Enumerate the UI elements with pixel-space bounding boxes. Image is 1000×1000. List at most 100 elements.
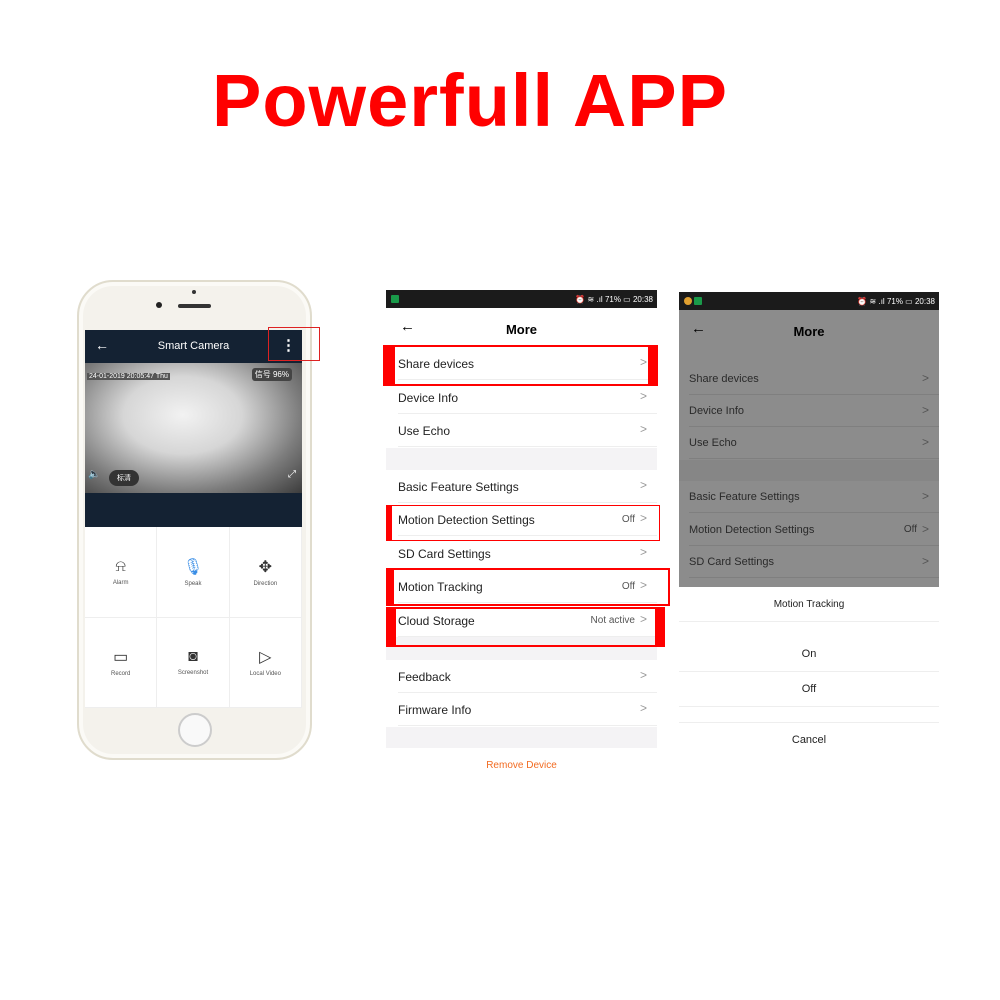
microphone-icon: 🎙	[182, 558, 204, 576]
row-label: Firmware Info	[398, 703, 472, 717]
row-label: Share devices	[689, 373, 759, 385]
row-label: Device Info	[689, 405, 745, 417]
control-label: Screenshot	[177, 670, 209, 677]
option-on[interactable]: On	[679, 637, 939, 672]
siren-icon: ⍾	[115, 557, 126, 575]
record-button[interactable]: ▭ Record	[85, 617, 158, 708]
cancel-button[interactable]: Cancel	[679, 722, 939, 757]
section-gap	[386, 448, 657, 470]
status-bar: ⏰ ≋ .ıl 71% ▭ 20:38	[386, 290, 657, 308]
app-notification-icon	[684, 297, 692, 305]
battery-icon: ▭	[620, 294, 633, 304]
live-video[interactable]: 24-01-2019 20:05:47 Thu 信号 96% 🔈 标清 ⤢	[85, 363, 302, 493]
control-label: Alarm	[112, 579, 129, 586]
status-time: 20:38	[914, 296, 935, 306]
more-header: ← More	[679, 310, 939, 349]
control-label: Direction	[253, 580, 278, 587]
menu-highlight-box	[268, 327, 320, 361]
row-value: Off	[903, 524, 917, 535]
row-label: SD Card Settings	[689, 556, 774, 568]
chevron-right-icon: >	[639, 422, 647, 436]
play-circle-icon: ▷	[259, 649, 272, 667]
phone-speaker	[178, 304, 211, 308]
highlight-cloud-storage	[386, 607, 665, 647]
control-label: Record	[110, 671, 131, 678]
fullscreen-icon[interactable]: ⤢	[288, 469, 296, 480]
chevron-right-icon: >	[921, 554, 929, 568]
highlight-share-devices	[383, 345, 658, 386]
alarm-button[interactable]: ⍾ Alarm	[85, 527, 158, 618]
row-label: Use Echo	[398, 424, 451, 438]
video-timestamp: 24-01-2019 20:05:47 Thu	[87, 373, 170, 380]
row-label: Feedback	[398, 670, 451, 684]
phone-camera	[156, 302, 162, 308]
phone-sensor	[192, 290, 196, 294]
action-sheet: Motion Tracking On Off Cancel	[679, 587, 939, 762]
row-feedback[interactable]: Feedback >	[386, 660, 657, 693]
chevron-right-icon: >	[921, 403, 929, 417]
motion-tracking-sheet-screen: ⏰ ≋ .ıl 71% ▭ 20:38 ← More Share devices…	[679, 292, 939, 762]
header-title: More	[793, 324, 825, 339]
status-icons: ⏰ ≋ .ıl	[857, 296, 887, 306]
mute-icon[interactable]: 🔈	[88, 469, 100, 480]
speak-button[interactable]: 🎙 Speak	[157, 527, 230, 618]
row-label: Motion Detection Settings	[689, 524, 815, 536]
move-arrows-icon: ✥	[258, 558, 273, 576]
video-camera-icon: ▭	[113, 649, 129, 667]
chevron-right-icon: >	[921, 371, 929, 385]
row-label: Device Info	[398, 391, 459, 405]
chevron-right-icon: >	[921, 522, 929, 536]
chevron-right-icon: >	[921, 489, 929, 503]
chevron-right-icon: >	[639, 545, 647, 559]
camera-icon: ◙	[188, 648, 198, 666]
row-label: Basic Feature Settings	[689, 491, 800, 503]
row-motion-detection-settings: Motion Detection Settings Off >	[679, 514, 939, 546]
row-share-devices: Share devices >	[679, 363, 939, 395]
chevron-right-icon: >	[639, 478, 647, 492]
local-video-button[interactable]: ▷ Local Video	[229, 617, 302, 708]
video-footer	[85, 493, 302, 527]
row-firmware-info[interactable]: Firmware Info >	[386, 693, 657, 726]
status-icons: ⏰ ≋ .ıl	[575, 294, 605, 304]
row-basic-feature-settings[interactable]: Basic Feature Settings >	[386, 470, 657, 503]
row-label: Basic Feature Settings	[398, 480, 519, 494]
control-label: Speak	[184, 580, 202, 587]
direction-button[interactable]: ✥ Direction	[229, 527, 302, 618]
home-button[interactable]	[178, 713, 212, 747]
banner-title: Powerfull APP	[211, 59, 728, 142]
section-gap	[386, 727, 657, 748]
row-label: SD Card Settings	[398, 547, 491, 561]
app-notification-icon	[694, 297, 702, 305]
control-grid: ⍾ Alarm 🎙 Speak ✥ Direction ▭ Record ◙ Screen…	[85, 527, 302, 708]
sheet-title: Motion Tracking	[679, 587, 939, 622]
chevron-right-icon: >	[639, 668, 647, 682]
chevron-right-icon: >	[639, 701, 647, 715]
status-time: 20:38	[632, 294, 653, 304]
chevron-right-icon: >	[639, 389, 647, 403]
row-use-echo: Use Echo >	[679, 427, 939, 459]
camera-app-screen: ← Smart Camera ⋮ 24-01-2019 20:05:47 Thu…	[85, 330, 302, 708]
highlight-motion-tracking	[386, 568, 670, 606]
row-use-echo[interactable]: Use Echo >	[386, 414, 657, 447]
row-label: Use Echo	[689, 437, 737, 449]
header-title: More	[505, 322, 538, 337]
dimmed-overlay[interactable]: ← More Share devices > Device Info > Use E…	[679, 310, 939, 587]
row-device-info: Device Info >	[679, 395, 939, 427]
highlight-motion-detection	[386, 505, 660, 541]
quality-button[interactable]: 标清	[109, 470, 139, 486]
option-off[interactable]: Off	[679, 672, 939, 707]
status-bar: ⏰ ≋ .ıl 71% ▭ 20:38	[679, 292, 939, 310]
app-notification-icon	[391, 295, 399, 303]
battery-level: 71%	[886, 296, 903, 306]
chevron-right-icon: >	[921, 435, 929, 449]
row-sd-card-settings: SD Card Settings >	[679, 546, 939, 578]
screenshot-button[interactable]: ◙ Screenshot	[157, 617, 230, 708]
row-basic-feature-settings: Basic Feature Settings >	[679, 481, 939, 513]
signal-badge: 信号 96%	[251, 368, 292, 381]
remove-device-button[interactable]: Remove Device	[386, 760, 657, 771]
more-header: ← More	[386, 308, 657, 347]
control-label: Local Video	[249, 671, 281, 678]
section-gap	[679, 460, 939, 481]
battery-icon: ▭	[902, 296, 915, 306]
row-sd-card-settings[interactable]: SD Card Settings >	[386, 537, 657, 570]
